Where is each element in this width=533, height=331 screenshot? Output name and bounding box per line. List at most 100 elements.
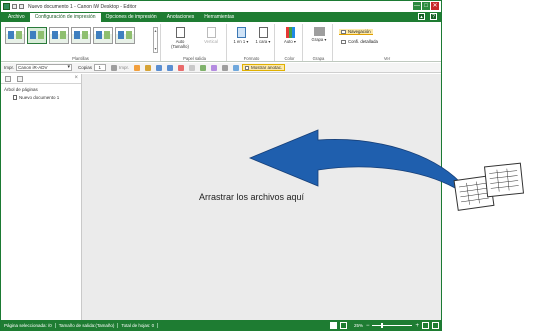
output-size-button[interactable]: Auto (Tamaño) [167,27,193,49]
zoom-in-icon[interactable]: + [415,323,419,329]
editor-window: Nuevo documento 1 - Canon iW Desktop - E… [0,0,442,331]
template-thumbnail[interactable] [27,27,47,44]
navigation-icon [341,29,346,34]
detailed-settings-toggle[interactable]: Confi. detallada [341,39,378,44]
template-thumbnail[interactable] [71,27,91,44]
fit-width-icon[interactable] [432,322,439,329]
window-controls: — □ ✕ [413,2,439,10]
close-button[interactable]: ✕ [431,2,439,10]
group-label: Formato [243,56,260,61]
n-up-icon [236,27,246,38]
printer-select[interactable]: Canon iR-ADV [16,64,73,71]
undo-icon[interactable] [156,64,163,71]
tab-anotaciones[interactable]: Anotaciones [162,13,200,22]
ribbon-minimize-icon[interactable]: ▴ [418,13,425,20]
annotations-icon [245,65,250,70]
group-label: Color [284,56,295,61]
tab-opciones-impresion[interactable]: Opciones de impresión [101,13,162,22]
zoom-level: 25% [353,323,363,328]
zoom-slider-handle[interactable] [381,323,384,328]
page-tree-panel: × Árbol de páginas Nuevo documento 1 [1,74,82,320]
color-mode-button[interactable]: Auto ▾ [280,27,300,44]
ribbon-tabs: Archivo Configuración de impresión Opcio… [1,12,441,22]
panel-tabs [1,74,81,84]
cut-icon[interactable] [134,64,141,71]
drop-hint: Arrastrar los archivos aquí [199,192,305,202]
app-icon [3,3,10,10]
document-icon [13,95,17,100]
tree-item-label: Nuevo documento 1 [19,95,60,100]
print-button-label[interactable]: Impr. [119,65,129,70]
group-ver: Navegación Confi. detallada Ver [335,24,439,61]
staple-button[interactable]: Grapa ▾ [309,27,329,42]
group-papel-salida: Auto (Tamaño) Vertical Papel salida [163,24,227,61]
two-page-view-icon[interactable] [339,322,347,329]
fit-page-icon[interactable] [422,322,429,329]
printer-icon[interactable] [111,64,118,71]
zoom-out-icon[interactable]: − [366,323,370,329]
panel-close-icon[interactable]: × [74,75,78,81]
copy-icon[interactable] [145,64,152,71]
maximize-button[interactable]: □ [422,2,430,10]
delete-icon[interactable] [178,64,185,71]
tab-herramientas[interactable]: Herramientas [199,13,239,22]
copies-label: Copias [78,65,93,70]
view-controls: 25% − + [329,322,439,329]
tab-configuracion-impresion[interactable]: Configuración de impresión [29,13,101,22]
show-annotations-button[interactable]: Mostrar anotac. [242,64,286,71]
detailed-settings-icon [341,39,346,44]
n-up-button[interactable]: 1 en 1 ▾ [231,27,251,44]
group-label: Grapa [312,56,325,61]
title-bar: Nuevo documento 1 - Canon iW Desktop - E… [1,1,441,12]
orientation-icon [206,27,216,38]
page-tree-title: Árbol de páginas [4,87,38,92]
template-thumbnail[interactable] [49,27,69,44]
color-mode-icon [285,27,295,38]
page-tree-tab-icon[interactable] [5,75,11,82]
window-title: Nuevo documento 1 - Canon iW Desktop - E… [28,3,137,10]
print-toolbar: Impr. Canon iR-ADV Copias 1 Impr. Mostra… [1,63,441,73]
status-bar: Página seleccionada: /0 Tamaño de salida… [1,320,441,331]
copies-stepper[interactable]: 1 [94,64,107,71]
documents-icon [453,162,525,211]
page-size-icon [175,27,185,38]
selected-page-status: Página seleccionada: /0 [1,323,56,328]
group-label: Papel salida [183,56,206,61]
group-grapa: Grapa ▾ Grapa [305,24,333,61]
paper-size-status: Tamaño de salida:(Tamaño) [56,323,119,328]
duplex-icon [258,27,268,38]
quick-access-icon[interactable] [12,4,17,9]
orientation-button[interactable]: Vertical [199,27,223,44]
group-label: Plantillas [72,56,89,61]
move-icon[interactable] [189,64,196,71]
template-thumbnail[interactable] [115,27,135,44]
quick-access-icon[interactable] [19,4,24,9]
staple-icon [313,27,325,36]
attachments-tab-icon[interactable] [17,75,23,82]
template-gallery [1,24,160,44]
ribbon: ▴ ▾ Plantillas Auto (Tamaño) Vertical Pap… [1,22,441,62]
total-sheets-status: Total de hojas: 0 [118,323,159,328]
zoom-slider[interactable] [372,323,413,328]
duplex-button[interactable]: 1 cara ▾ [253,27,273,44]
redo-icon[interactable] [167,64,174,71]
template-thumbnail[interactable] [5,27,25,44]
zoom-icon[interactable] [222,64,229,71]
printer-label: Impr. [4,65,15,70]
group-plantillas: ▴ ▾ Plantillas [1,24,161,61]
tree-item[interactable]: Nuevo documento 1 [13,95,81,100]
gallery-scroll[interactable]: ▴ ▾ [153,27,158,53]
rotate-icon[interactable] [200,64,207,71]
drop-area[interactable]: Arrastrar los archivos aquí [82,74,441,320]
single-page-view-icon[interactable] [329,322,337,329]
page-icon[interactable] [211,64,218,71]
navigation-toggle[interactable]: Navegación [339,29,373,35]
group-formato: 1 en 1 ▾ 1 cara ▾ Formato [229,24,275,61]
template-thumbnail[interactable] [93,27,113,44]
minimize-button[interactable]: — [413,2,421,10]
tab-archivo[interactable]: Archivo [3,13,30,22]
help-area: ▴ ? [418,13,437,20]
view-icon[interactable] [233,64,240,71]
help-icon[interactable]: ? [430,13,437,20]
group-label: Ver [383,56,391,61]
